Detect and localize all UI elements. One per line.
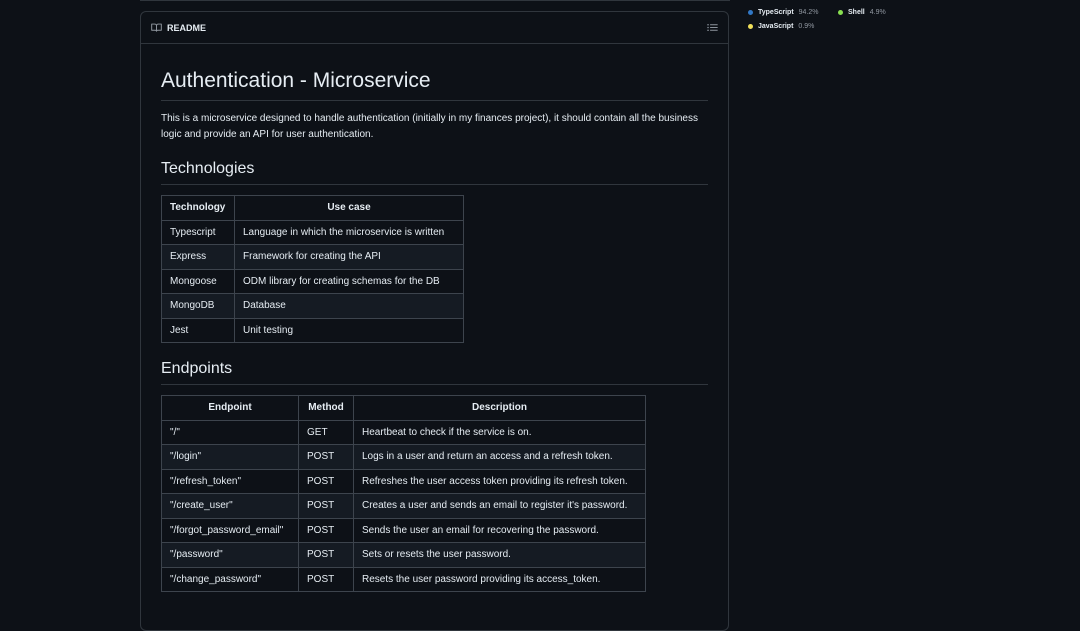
languages-list: TypeScript 94.2% Shell 4.9% JavaScript 0… [748, 5, 886, 33]
readme-tab-label: README [167, 22, 207, 33]
table-cell: POST [298, 468, 354, 494]
languages-row: JavaScript 0.9% [748, 19, 886, 33]
book-icon [151, 23, 162, 32]
language-name: TypeScript [758, 8, 794, 16]
table-cell: Sends the user an email for recovering t… [353, 517, 646, 543]
table-cell: POST [298, 566, 354, 592]
language-name: JavaScript [758, 22, 794, 30]
table-cell: Typescript [161, 219, 235, 245]
table-row: Express Framework for creating the API [161, 244, 464, 270]
column-header: Endpoint [161, 395, 299, 421]
table-cell: Unit testing [234, 317, 464, 343]
languages-row: TypeScript 94.2% Shell 4.9% [748, 5, 886, 19]
language-percent: 4.9% [869, 8, 886, 16]
language-color-dot [748, 9, 753, 15]
readme-panel: README Authentication - Microservice Thi… [140, 11, 729, 631]
table-cell: Heartbeat to check if the service is on. [353, 419, 646, 445]
table-cell: "/password" [161, 542, 299, 568]
table-cell: POST [298, 517, 354, 543]
table-cell: Language in which the microservice is wr… [234, 219, 464, 245]
table-row: Mongoose ODM library for creating schema… [161, 268, 464, 294]
table-cell: GET [298, 419, 354, 445]
list-unordered-icon[interactable] [707, 23, 718, 32]
table-row: Typescript Language in which the microse… [161, 219, 464, 245]
language-typescript[interactable]: TypeScript 94.2% [748, 9, 838, 16]
readme-intro: This is a microservice designed to handl… [161, 113, 698, 140]
table-row: Jest Unit testing [161, 317, 464, 343]
readme-content: Authentication - Microservice This is a … [141, 68, 728, 592]
technologies-table: Technology Use case Typescript Language … [161, 195, 464, 343]
table-cell: Database [234, 293, 464, 319]
language-color-dot [748, 23, 753, 29]
column-header: Description [353, 395, 646, 421]
table-row: "/forgot_password_email" POST Sends the … [161, 517, 646, 543]
language-name: Shell [848, 8, 865, 16]
table-cell: POST [298, 542, 354, 568]
table-cell: POST [298, 444, 354, 470]
language-percent: 0.9% [798, 22, 815, 30]
column-header: Method [298, 395, 354, 421]
language-shell[interactable]: Shell 4.9% [838, 9, 886, 16]
technologies-heading: Technologies [161, 159, 708, 185]
table-cell: Sets or resets the user password. [353, 542, 646, 568]
column-header: Technology [161, 195, 235, 221]
table-header-row: Technology Use case [161, 195, 464, 221]
readme-header: README [141, 12, 728, 44]
table-row: "/" GET Heartbeat to check if the servic… [161, 419, 646, 445]
table-cell: MongoDB [161, 293, 235, 319]
column-header: Use case [234, 195, 464, 221]
table-row: "/password" POST Sets or resets the user… [161, 542, 646, 568]
top-divider [140, 0, 730, 1]
table-cell: Mongoose [161, 268, 235, 294]
table-cell: Resets the user password providing its a… [353, 566, 646, 592]
table-cell: Jest [161, 317, 235, 343]
readme-tab[interactable]: README [151, 23, 206, 33]
table-cell: Creates a user and sends an email to reg… [353, 493, 646, 519]
table-cell: "/forgot_password_email" [161, 517, 299, 543]
table-cell: ODM library for creating schemas for the… [234, 268, 464, 294]
table-cell: Express [161, 244, 235, 270]
language-javascript[interactable]: JavaScript 0.9% [748, 23, 814, 30]
table-row: "/create_user" POST Creates a user and s… [161, 493, 646, 519]
language-color-dot [838, 9, 843, 15]
table-cell: Logs in a user and return an access and … [353, 444, 646, 470]
language-percent: 94.2% [798, 8, 819, 16]
table-cell: Framework for creating the API [234, 244, 464, 270]
table-cell: "/" [161, 419, 299, 445]
table-row: "/login" POST Logs in a user and return … [161, 444, 646, 470]
table-row: "/change_password" POST Resets the user … [161, 566, 646, 592]
table-cell: "/refresh_token" [161, 468, 299, 494]
endpoints-heading: Endpoints [161, 359, 708, 385]
table-row: "/refresh_token" POST Refreshes the user… [161, 468, 646, 494]
endpoints-table: Endpoint Method Description "/" GET Hear… [161, 395, 646, 592]
table-cell: "/create_user" [161, 493, 299, 519]
table-cell: "/login" [161, 444, 299, 470]
table-row: MongoDB Database [161, 293, 464, 319]
table-cell: POST [298, 493, 354, 519]
table-cell: Refreshes the user access token providin… [353, 468, 646, 494]
table-cell: "/change_password" [161, 566, 299, 592]
table-header-row: Endpoint Method Description [161, 395, 646, 421]
readme-title: Authentication - Microservice [161, 68, 708, 101]
